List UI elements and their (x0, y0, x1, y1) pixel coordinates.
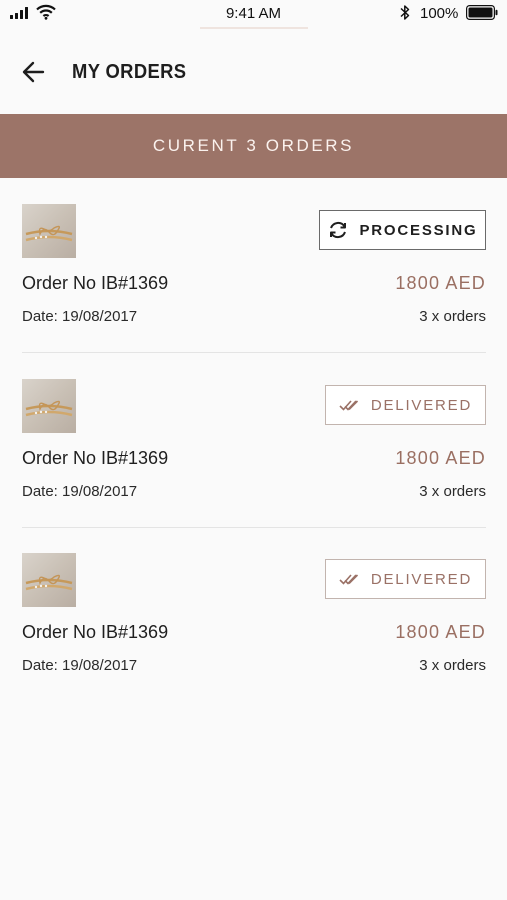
refresh-icon (330, 221, 347, 239)
status-button-delivered[interactable]: DELIVERED (325, 385, 486, 425)
double-check-icon (339, 400, 358, 411)
order-number: Order No IB#1369 (22, 273, 169, 293)
order-card[interactable]: DELIVERED Order No IB#1369 1800 AED Date… (0, 527, 507, 702)
status-bar: 9:41 AM 100% (0, 0, 507, 29)
double-check-icon (339, 574, 358, 585)
status-label: PROCESSING (359, 221, 478, 239)
product-thumbnail (22, 204, 76, 258)
order-price: 1800 AED (395, 273, 486, 293)
page-title: MY ORDERS (72, 61, 187, 83)
status-button-delivered[interactable]: DELIVERED (325, 559, 486, 599)
product-thumbnail (22, 379, 76, 433)
banner-text: CURENT 3 ORDERS (152, 136, 355, 155)
status-label: DELIVERED (370, 396, 473, 414)
battery-percent: 100% (420, 5, 459, 22)
order-quantity: 3 x orders (419, 308, 486, 325)
order-price: 1800 AED (395, 448, 486, 468)
order-card[interactable]: PROCESSING Order No IB#1369 1800 AED Dat… (0, 178, 507, 353)
bluetooth-icon (400, 5, 410, 20)
battery-icon (466, 5, 498, 20)
order-date: Date: 19/08/2017 (22, 657, 138, 674)
current-orders-banner: CURENT 3 ORDERS (0, 114, 507, 178)
order-quantity: 3 x orders (419, 657, 486, 674)
status-label: DELIVERED (370, 570, 473, 588)
header: MY ORDERS (0, 28, 507, 114)
order-date: Date: 19/08/2017 (22, 483, 138, 500)
status-button-processing[interactable]: PROCESSING (319, 210, 486, 250)
product-thumbnail (22, 553, 76, 607)
order-number: Order No IB#1369 (22, 448, 169, 468)
order-price: 1800 AED (395, 622, 486, 642)
order-date: Date: 19/08/2017 (22, 308, 138, 325)
back-arrow-icon[interactable] (20, 58, 48, 86)
order-quantity: 3 x orders (419, 483, 486, 500)
order-number: Order No IB#1369 (22, 622, 169, 642)
order-card[interactable]: DELIVERED Order No IB#1369 1800 AED Date… (0, 353, 507, 528)
